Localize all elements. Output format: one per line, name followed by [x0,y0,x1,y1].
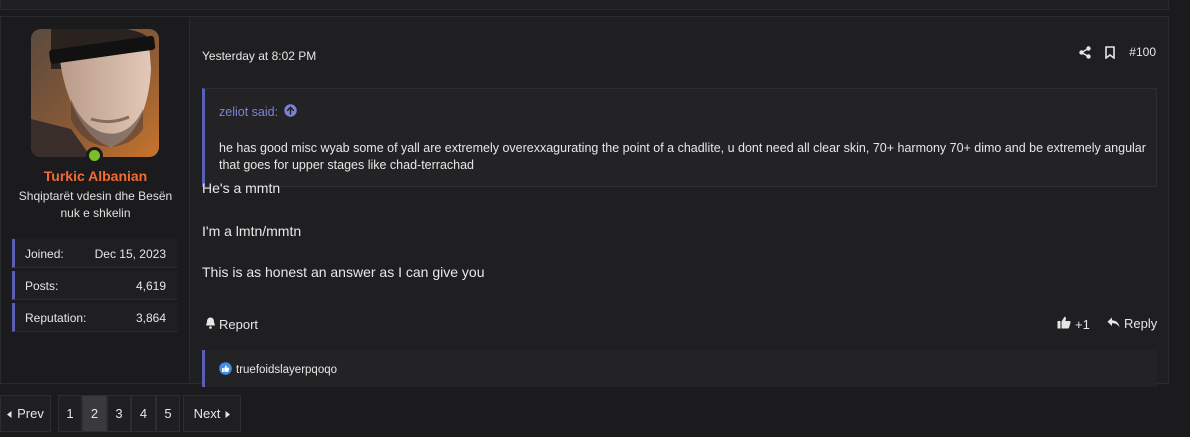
page-link[interactable]: 3 [107,395,131,432]
page-link[interactable]: 4 [131,395,156,432]
reply-arrow-icon [1107,316,1120,331]
reactions-list[interactable]: truefoidslayerpqoqo [219,362,337,378]
stat-value: Dec 15, 2023 [94,247,166,261]
post-number-link[interactable]: #100 [1129,45,1156,59]
prev-page-button[interactable]: Prev [0,395,51,432]
stat-label: Reputation: [25,311,87,325]
reply-button[interactable]: Reply [1107,316,1157,331]
stat-posts: Posts: 4,619 [12,271,178,300]
post-paragraph: He's a mmtn [202,180,281,196]
arrow-up-circle-icon [284,104,297,120]
stat-value: 4,619 [135,279,166,293]
username[interactable]: Turkic Albanian [1,168,190,184]
next-label: Next [193,406,221,421]
quote-author: zeliot said: [219,105,279,119]
page-link[interactable]: 1 [58,395,82,432]
share-icon[interactable] [1079,45,1091,59]
next-page-button[interactable]: Next [183,395,241,432]
like-count: +1 [1075,316,1090,332]
report-label: Report [219,317,259,332]
reactions-bar: truefoidslayerpqoqo [202,350,1157,387]
user-title: Shqiptarët vdesin dhe Besën nuk e shkeli… [18,189,173,220]
post-timestamp[interactable]: Yesterday at 8:02 PM [202,49,316,63]
stat-reputation: Reputation: 3,864 [12,303,178,332]
post: Turkic Albanian Shqiptarët vdesin dhe Be… [0,16,1169,387]
stat-label: Posts: [25,279,59,293]
bookmark-icon[interactable] [1105,45,1116,59]
bell-icon [205,317,216,332]
reply-label: Reply [1124,316,1158,331]
chevron-right-icon [225,406,231,421]
quote-author-link[interactable]: zeliot said: [219,104,297,120]
like-button[interactable]: +1 [1057,316,1090,332]
post-paragraph: This is as honest an answer as I can giv… [202,264,485,280]
stat-label: Joined: [25,247,64,261]
prev-label: Prev [17,406,44,421]
quote-block: zeliot said: he has good misc wyab some … [202,88,1157,187]
reacted-user: truefoidslayerpqoqo [236,364,338,376]
stat-value: 3,864 [135,311,166,325]
thumbs-up-icon [1057,316,1071,332]
stat-joined: Joined: Dec 15, 2023 [12,239,178,268]
post-actions-top: #100 [1079,45,1156,59]
post-paragraph: I'm a lmtn/mmtn [202,223,302,239]
report-button[interactable]: Report [205,317,258,332]
like-reaction-icon [219,362,232,378]
pagination: Prev 1 2 3 4 5 Next [0,395,241,432]
page-link[interactable]: 5 [156,395,180,432]
online-status-indicator [86,147,103,164]
avatar[interactable] [31,29,159,157]
previous-post-footer [0,0,1169,10]
chevron-left-icon [7,406,12,421]
page-link-current[interactable]: 2 [82,395,107,432]
quote-text: he has good misc wyab some of yall are e… [219,141,1146,172]
user-info-column: Turkic Albanian Shqiptarët vdesin dhe Be… [1,17,190,383]
avatar-image [31,29,159,157]
